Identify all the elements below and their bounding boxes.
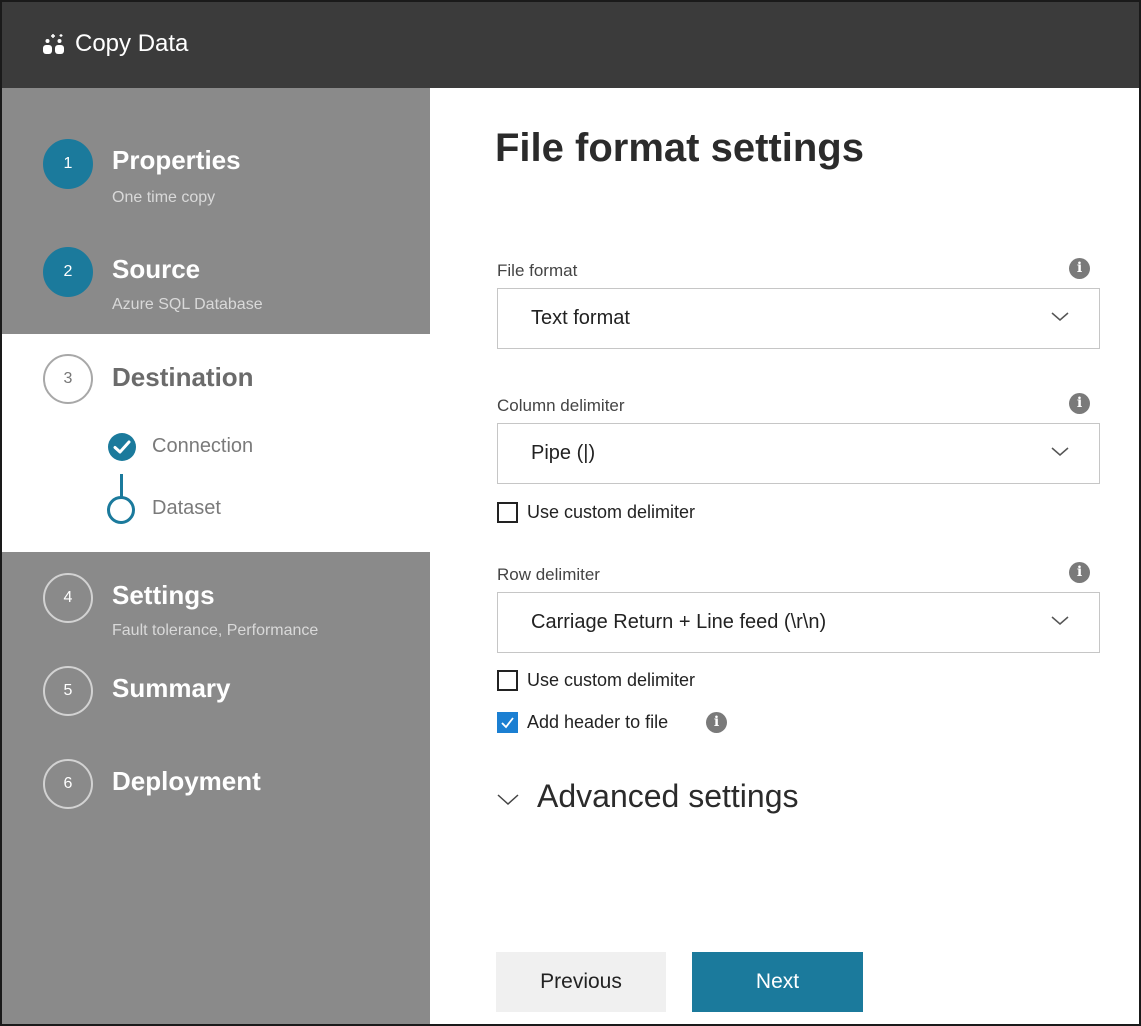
checkmark-icon bbox=[108, 433, 136, 461]
add-header-checkbox[interactable] bbox=[497, 712, 518, 733]
step-number-badge: 1 bbox=[43, 139, 93, 189]
step-subtitle: One time copy bbox=[112, 189, 216, 206]
column-delimiter-label: Column delimiter bbox=[497, 396, 625, 415]
step-title: Source bbox=[112, 254, 201, 284]
column-delimiter-select[interactable]: Pipe (|) bbox=[497, 423, 1100, 484]
next-button[interactable]: Next bbox=[692, 952, 863, 1012]
chevron-down-icon bbox=[1051, 312, 1069, 321]
checkbox-label: Add header to file bbox=[527, 712, 669, 732]
checkbox-label: Use custom delimiter bbox=[527, 670, 696, 690]
page-title: File format settings bbox=[495, 126, 864, 170]
wizard-sidebar bbox=[2, 88, 430, 1024]
info-icon[interactable]: i bbox=[1069, 393, 1090, 414]
step-subtitle: Azure SQL Database bbox=[112, 296, 263, 313]
step-title: Deployment bbox=[112, 766, 261, 796]
step-number-badge: 3 bbox=[43, 354, 93, 404]
column-custom-delimiter-checkbox[interactable] bbox=[497, 502, 518, 523]
chevron-down-icon bbox=[497, 794, 519, 806]
chevron-down-icon bbox=[1051, 447, 1069, 456]
row-custom-delimiter-checkbox[interactable] bbox=[497, 670, 518, 691]
select-value: Pipe (|) bbox=[531, 442, 596, 464]
step-title: Settings bbox=[112, 580, 215, 610]
copy-data-icon bbox=[43, 34, 64, 54]
previous-button[interactable]: Previous bbox=[496, 952, 666, 1012]
substep-label: Connection bbox=[152, 435, 254, 457]
checkbox-label: Use custom delimiter bbox=[527, 502, 696, 522]
step-title: Properties bbox=[112, 145, 241, 175]
select-value: Text format bbox=[531, 307, 630, 329]
checkmark-icon bbox=[501, 717, 514, 729]
row-delimiter-select[interactable]: Carriage Return + Line feed (\r\n) bbox=[497, 592, 1100, 653]
step-number-badge: 2 bbox=[43, 247, 93, 297]
chevron-down-icon bbox=[1051, 616, 1069, 625]
copy-data-window: Copy Data 1 Properties One time copy 2 S… bbox=[0, 0, 1141, 1026]
step-number-badge: 6 bbox=[43, 759, 93, 809]
step-number-badge: 4 bbox=[43, 573, 93, 623]
substep-label: Dataset bbox=[152, 497, 221, 519]
info-icon[interactable]: i bbox=[1069, 562, 1090, 583]
title-bar: Copy Data bbox=[2, 2, 1139, 88]
info-icon[interactable]: i bbox=[706, 712, 727, 733]
advanced-settings-label: Advanced settings bbox=[537, 778, 799, 814]
step-title: Destination bbox=[112, 362, 254, 392]
step-title: Summary bbox=[112, 673, 231, 703]
info-icon[interactable]: i bbox=[1069, 258, 1090, 279]
step-number-badge: 5 bbox=[43, 666, 93, 716]
file-format-select[interactable]: Text format bbox=[497, 288, 1100, 349]
step-subtitle: Fault tolerance, Performance bbox=[112, 622, 319, 639]
empty-circle-icon bbox=[107, 496, 135, 524]
row-delimiter-label: Row delimiter bbox=[497, 565, 600, 584]
select-value: Carriage Return + Line feed (\r\n) bbox=[531, 611, 827, 633]
app-title: Copy Data bbox=[75, 30, 189, 57]
file-format-label: File format bbox=[497, 261, 578, 280]
